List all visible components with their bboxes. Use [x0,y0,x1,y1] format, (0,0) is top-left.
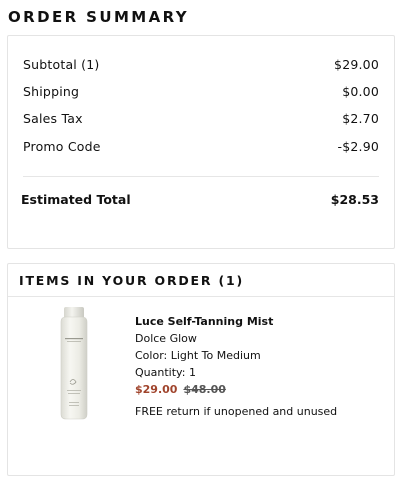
product-details: Luce Self-Tanning Mist Dolce Glow Color:… [135,313,385,420]
product-brand: Dolce Glow [135,332,197,345]
shipping-label: Shipping [23,83,80,99]
spray-bottle-product-image[interactable] [44,304,104,424]
items-heading: ITEMS IN YOUR ORDER (1) [19,273,244,288]
promo-code-label: Promo Code [23,138,101,154]
summary-divider [23,176,379,177]
subtotal-row: Subtotal (1) $29.00 [23,54,379,74]
product-quantity-label: Quantity: [135,366,186,379]
product-quantity-value: 1 [188,366,196,379]
estimated-total-row: Estimated Total $28.53 [21,188,379,210]
subtotal-value: $29.00 [334,56,379,72]
estimated-total-label: Estimated Total [21,191,131,207]
sales-tax-label: Sales Tax [23,110,83,126]
product-quantity: Quantity: 1 [135,364,385,381]
product-name[interactable]: Luce Self-Tanning Mist [135,313,385,330]
sales-tax-row: Sales Tax $2.70 [23,108,379,128]
sale-price: $29.00 [135,383,178,396]
order-summary-card: Subtotal (1) $29.00 Shipping $0.00 Sales… [7,35,395,249]
original-price: $48.00 [183,383,226,396]
shipping-value: $0.00 [342,83,379,99]
product-price: $29.00 $48.00 [135,381,385,398]
sales-tax-value: $2.70 [342,110,379,126]
page-title: ORDER SUMMARY [8,8,190,26]
shipping-row: Shipping $0.00 [23,81,379,101]
estimated-total-value: $28.53 [330,191,379,207]
subtotal-label: Subtotal (1) [23,56,100,72]
order-items-card: ITEMS IN YOUR ORDER (1) Luce Self-Tannin… [7,263,395,476]
items-divider [8,296,394,297]
promo-code-value: -$2.90 [337,138,379,154]
product-color-label: Color: [135,349,168,362]
return-policy-note: FREE return if unopened and unused [135,405,338,418]
spray-bottle-icon [60,307,88,420]
promo-code-row: Promo Code -$2.90 [23,136,379,156]
product-color: Color: Light To Medium [135,347,385,364]
product-color-value: Light To Medium [170,349,261,362]
